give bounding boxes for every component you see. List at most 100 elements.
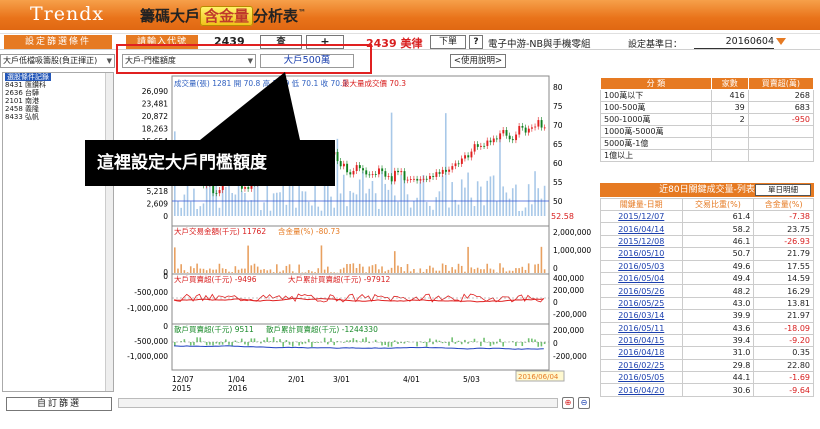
volume-bar — [464, 187, 466, 216]
table-row[interactable]: 2016/04/15 39.4 -9.20 — [600, 333, 814, 348]
date-link[interactable]: 2016/05/25 — [600, 296, 683, 311]
amount-bar — [298, 264, 300, 273]
candle-body — [358, 165, 361, 169]
amount-bar — [505, 271, 508, 273]
table-row[interactable]: 2016/04/20 30.6 -9.64 — [600, 383, 814, 397]
amount-bar — [508, 270, 511, 273]
volume-bar — [441, 175, 444, 216]
table-row[interactable]: 2016/05/05 44.1 -1.69 — [600, 371, 814, 385]
date-link[interactable]: 2016/04/20 — [600, 383, 683, 397]
date-link[interactable]: 2016/05/10 — [600, 247, 683, 261]
volume-bar — [492, 175, 495, 216]
zoom-out-icon[interactable]: ⊖ — [578, 397, 590, 409]
table-row[interactable]: 2016/05/26 48.2 16.29 — [600, 284, 814, 298]
chart-horizontal-scrollbar[interactable] — [118, 398, 558, 408]
candle-body — [492, 138, 495, 143]
amount-bar — [352, 263, 355, 273]
zoom-in-icon[interactable]: ⊕ — [562, 397, 574, 409]
amount-bar — [256, 266, 259, 273]
order-button[interactable]: 下單 — [430, 35, 466, 49]
list-scrollbar[interactable] — [105, 73, 113, 391]
retail-bar — [381, 342, 383, 346]
amount-bar — [515, 268, 517, 273]
table-cell: 1000萬-5000萬 — [600, 125, 712, 138]
amount-bar — [183, 270, 186, 273]
table-row[interactable]: 2016/05/03 49.6 17.55 — [600, 259, 814, 273]
table-cell: -1.69 — [753, 371, 814, 385]
candle-body — [384, 171, 387, 177]
table-row[interactable]: 2016/02/25 29.8 22.80 — [600, 358, 814, 373]
date-link[interactable]: 2016/02/25 — [600, 358, 683, 373]
retail-bar — [393, 340, 396, 342]
date-link[interactable]: 2015/12/08 — [600, 234, 683, 249]
date-link[interactable]: 2016/05/05 — [600, 371, 683, 385]
table-row[interactable]: 2015/12/08 46.1 -26.93 — [600, 234, 814, 249]
retail-bar — [307, 339, 310, 342]
date-link[interactable]: 2015/12/07 — [600, 209, 683, 224]
bigholder-panel-title: 大戶買賣超(千元) -9496 — [174, 274, 257, 284]
amount-bar — [212, 269, 214, 273]
list-item[interactable]: 8433 弘帆 — [3, 113, 113, 121]
table-row[interactable]: 2016/05/25 43.0 13.81 — [600, 296, 814, 311]
table-row[interactable]: 2016/03/14 39.9 21.97 — [600, 309, 814, 323]
help-button[interactable]: ? — [469, 35, 483, 49]
candle-body — [441, 169, 444, 174]
date-dropdown-icon[interactable] — [776, 38, 786, 45]
volume-bar — [285, 204, 288, 216]
volume-bar — [266, 181, 269, 216]
stock-list[interactable]: 選股條件記錄 8431 匯鑽科 2636 台驊 2101 南港 2458 義隆 … — [2, 72, 114, 392]
candle-body — [531, 127, 533, 129]
filter-settings-button[interactable]: 設定篩選條件 — [4, 35, 112, 49]
list-item[interactable]: 8431 匯鑽科 — [3, 81, 113, 89]
amount-bar — [384, 271, 387, 273]
amount-bar — [464, 271, 466, 273]
candle-body — [429, 175, 431, 180]
amount-bar — [247, 245, 249, 273]
date-link[interactable]: 2016/04/15 — [600, 333, 683, 348]
table-cell: 16.29 — [753, 284, 814, 298]
brand-logo: Trendx — [30, 3, 105, 25]
amount-bar — [502, 267, 504, 273]
volume-bar — [263, 202, 265, 216]
retail-bar — [521, 342, 524, 347]
table-row[interactable]: 2015/12/07 61.4 -7.38 — [600, 209, 814, 224]
volume-bar — [218, 207, 221, 216]
candle-body — [413, 178, 416, 180]
list-item[interactable]: 2458 義隆 — [3, 105, 113, 113]
volume-bar — [320, 210, 323, 216]
single-day-detail-button[interactable]: 單日明細 — [755, 184, 811, 196]
list-item[interactable]: 2636 台驊 — [3, 89, 113, 97]
x-tick-label: 2016 — [228, 384, 247, 393]
date-link[interactable]: 2016/05/26 — [600, 284, 683, 298]
date-link[interactable]: 2016/04/18 — [600, 346, 683, 360]
date-link[interactable]: 2016/05/03 — [600, 259, 683, 273]
date-link[interactable]: 2016/03/14 — [600, 309, 683, 323]
table-row[interactable]: 2016/05/04 49.4 14.59 — [600, 271, 814, 286]
table-row[interactable]: 2016/04/14 58.2 23.75 — [600, 222, 814, 236]
candle-body — [247, 187, 250, 189]
holder-summary-table: 分 類家數 買賣超(萬) 100萬以下 416 268 100-500萬 39 683 500… — [600, 77, 815, 162]
table-row[interactable]: 2016/05/11 43.6 -18.09 — [600, 321, 814, 335]
retail-bar — [387, 342, 390, 347]
base-date-input[interactable]: 20160604 — [694, 36, 774, 49]
volume-bar — [247, 201, 249, 216]
custom-filter-button[interactable]: 自訂篩選 — [6, 397, 112, 411]
date-link[interactable]: 2016/05/11 — [600, 321, 683, 335]
strategy-select[interactable]: 大戶低檔吸籌股(負正揮正) ▼ — [0, 54, 115, 68]
retail-bar — [333, 342, 335, 346]
candle-body — [422, 178, 425, 180]
date-link[interactable]: 2016/05/04 — [600, 271, 683, 286]
retail-bar — [205, 342, 208, 346]
table-row[interactable]: 2016/04/18 31.0 0.35 — [600, 346, 814, 360]
date-link[interactable]: 2016/04/14 — [600, 222, 683, 236]
table-cell: 44.1 — [681, 371, 755, 385]
table-cell: 17.55 — [753, 259, 814, 273]
amount-bar — [349, 263, 351, 273]
candle-body — [495, 138, 498, 140]
volume-bar — [409, 207, 412, 216]
table-cell — [747, 125, 815, 138]
usage-guide-button[interactable]: <使用說明> — [450, 54, 506, 68]
amount-bar — [511, 270, 514, 273]
table-row[interactable]: 2016/05/10 50.7 21.79 — [600, 247, 814, 261]
list-item[interactable]: 2101 南港 — [3, 97, 113, 105]
